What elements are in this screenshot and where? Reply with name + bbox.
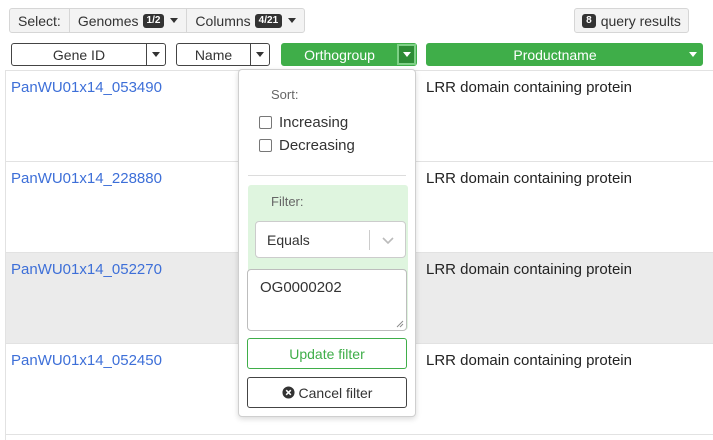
resize-grip-icon[interactable] <box>396 320 404 328</box>
filter-value-textarea[interactable]: OG0000202 <box>247 269 407 331</box>
toolbar: Select: Genomes 1/2 Columns 4/21 8 query… <box>0 0 713 38</box>
column-label-name[interactable]: Name <box>177 44 250 65</box>
column-dropdown-gene-id[interactable] <box>146 44 165 65</box>
query-results-button[interactable]: 8 query results <box>574 8 689 33</box>
columns-label: Columns <box>195 12 251 29</box>
column-header-gene-id[interactable]: Gene ID <box>11 43 166 66</box>
cancel-filter-label: Cancel filter <box>298 384 373 401</box>
caret-down-icon <box>170 18 179 23</box>
caret-down-icon <box>152 52 160 57</box>
productname-cell: LRR domain containing protein <box>426 261 632 278</box>
caret-down-icon <box>688 52 697 57</box>
chevron-down-icon[interactable] <box>380 232 396 248</box>
sort-increasing-checkbox[interactable] <box>259 116 272 129</box>
productname-cell: LRR domain containing protein <box>426 79 632 96</box>
select-label: Select: <box>10 9 70 32</box>
select-separator <box>369 230 370 250</box>
caret-down-icon <box>256 52 264 57</box>
column-header-productname[interactable]: Productname <box>426 43 703 66</box>
results-label: query results <box>600 12 681 29</box>
genomes-dropdown-button[interactable]: Genomes 1/2 <box>70 9 188 32</box>
column-label-gene-id[interactable]: Gene ID <box>12 44 146 65</box>
caret-down-icon <box>288 18 297 23</box>
update-filter-button[interactable]: Update filter <box>247 338 407 369</box>
sort-decreasing-checkbox[interactable] <box>259 139 272 152</box>
close-circle-icon <box>281 386 295 399</box>
caret-down-icon <box>402 52 411 57</box>
filter-value-text: OG0000202 <box>260 279 342 296</box>
gene-id-link[interactable]: PanWU01x14_228880 <box>11 170 162 187</box>
menu-divider <box>248 175 406 176</box>
orthogroup-column-menu: Sort: Increasing Decreasing Filter: Equa… <box>238 69 416 417</box>
filter-operator-select[interactable]: Equals <box>255 221 406 258</box>
genomes-label: Genomes <box>77 12 139 29</box>
sort-increasing-option[interactable]: Increasing <box>259 114 348 131</box>
gene-id-link[interactable]: PanWU01x14_052270 <box>11 261 162 278</box>
update-filter-label: Update filter <box>289 345 365 362</box>
gene-id-link[interactable]: PanWU01x14_052450 <box>11 352 162 369</box>
sort-decreasing-label[interactable]: Decreasing <box>279 137 355 154</box>
productname-cell: LRR domain containing protein <box>426 170 632 187</box>
select-button-group: Select: Genomes 1/2 Columns 4/21 <box>9 8 306 33</box>
column-dropdown-orthogroup[interactable] <box>397 44 416 65</box>
column-header-orthogroup[interactable]: Orthogroup <box>281 43 417 66</box>
column-dropdown-name[interactable] <box>250 44 269 65</box>
column-label-orthogroup[interactable]: Orthogroup <box>282 44 397 65</box>
productname-cell: LRR domain containing protein <box>426 352 632 369</box>
columns-dropdown-button[interactable]: Columns 4/21 <box>187 9 304 32</box>
column-header-name[interactable]: Name <box>176 43 270 66</box>
genomes-count-badge: 1/2 <box>142 13 165 28</box>
gene-id-link[interactable]: PanWU01x14_053490 <box>11 79 162 96</box>
select-label-text: Select: <box>18 12 61 29</box>
cancel-filter-button[interactable]: Cancel filter <box>247 377 407 408</box>
sort-increasing-label[interactable]: Increasing <box>279 114 348 131</box>
columns-count-badge: 4/21 <box>254 13 283 28</box>
sort-decreasing-option[interactable]: Decreasing <box>259 137 355 154</box>
column-dropdown-productname[interactable] <box>683 44 702 65</box>
filter-operator-value: Equals <box>267 232 310 248</box>
filter-label: Filter: <box>271 194 304 209</box>
results-count-badge: 8 <box>582 13 596 28</box>
column-label-productname[interactable]: Productname <box>427 44 683 65</box>
sort-label: Sort: <box>271 87 299 102</box>
